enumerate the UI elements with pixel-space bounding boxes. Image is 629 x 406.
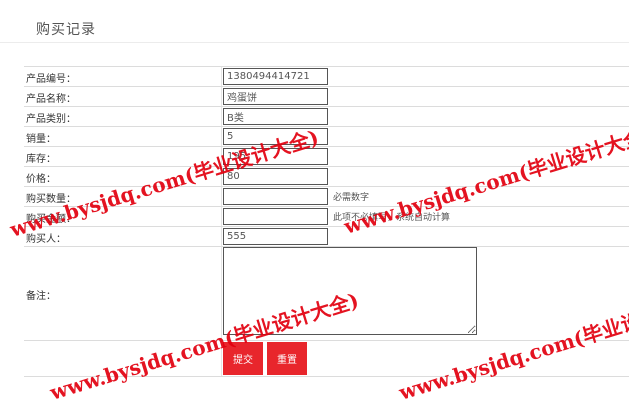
column-divider bbox=[221, 147, 222, 166]
form-row-remark: 备注： bbox=[24, 247, 629, 341]
title-divider bbox=[0, 42, 629, 43]
quantity-hint: 必需数字 bbox=[333, 193, 370, 203]
quantity-field[interactable] bbox=[223, 188, 328, 205]
column-divider bbox=[221, 67, 222, 86]
sales-field[interactable] bbox=[223, 128, 328, 145]
product-name-label: 产品名称： bbox=[26, 94, 76, 105]
price-field[interactable] bbox=[223, 168, 328, 185]
amount-hint: 此项不必填写，系统自动计算 bbox=[333, 213, 451, 223]
column-divider bbox=[221, 341, 222, 376]
form-row-amount: 购买金额： 此项不必填写，系统自动计算 bbox=[24, 207, 629, 227]
stock-field[interactable] bbox=[223, 148, 328, 165]
form-row-quantity: 购买数量： 必需数字 bbox=[24, 187, 629, 207]
form-row-product-category: 产品类别： bbox=[24, 107, 629, 127]
page-title: 购买记录 bbox=[36, 22, 96, 38]
sales-label: 销量： bbox=[26, 134, 56, 145]
amount-label: 购买金额： bbox=[26, 214, 76, 225]
column-divider bbox=[221, 247, 222, 340]
form-row-stock: 库存： bbox=[24, 147, 629, 167]
stock-label: 库存： bbox=[26, 154, 56, 165]
quantity-label: 购买数量： bbox=[26, 194, 76, 205]
form-row-product-id: 产品编号： bbox=[24, 67, 629, 87]
product-id-field[interactable] bbox=[223, 68, 328, 85]
buyer-field[interactable] bbox=[223, 228, 328, 245]
amount-field[interactable] bbox=[223, 208, 328, 225]
product-category-label: 产品类别： bbox=[26, 114, 76, 125]
column-divider bbox=[221, 227, 222, 246]
column-divider bbox=[221, 187, 222, 206]
column-divider bbox=[221, 207, 222, 226]
submit-button[interactable]: 提交 bbox=[223, 342, 263, 375]
form-row-sales: 销量： bbox=[24, 127, 629, 147]
price-label: 价格： bbox=[26, 174, 56, 185]
product-id-label: 产品编号： bbox=[26, 74, 76, 85]
form-actions-row: 提交 重置 bbox=[24, 341, 629, 377]
form-row-buyer: 购买人： bbox=[24, 227, 629, 247]
buyer-label: 购买人： bbox=[26, 234, 66, 245]
form-row-price: 价格： bbox=[24, 167, 629, 187]
purchase-record-form: 产品编号： 产品名称： 产品类别： 销量： 库存： 价格： 购买数量： 必需数字… bbox=[24, 66, 629, 377]
column-divider bbox=[221, 127, 222, 146]
column-divider bbox=[221, 87, 222, 106]
form-row-product-name: 产品名称： bbox=[24, 87, 629, 107]
column-divider bbox=[221, 107, 222, 126]
column-divider bbox=[221, 167, 222, 186]
remark-textarea[interactable] bbox=[223, 247, 477, 335]
reset-button[interactable]: 重置 bbox=[267, 342, 307, 375]
product-name-field[interactable] bbox=[223, 88, 328, 105]
remark-label: 备注： bbox=[26, 291, 56, 302]
product-category-field[interactable] bbox=[223, 108, 328, 125]
